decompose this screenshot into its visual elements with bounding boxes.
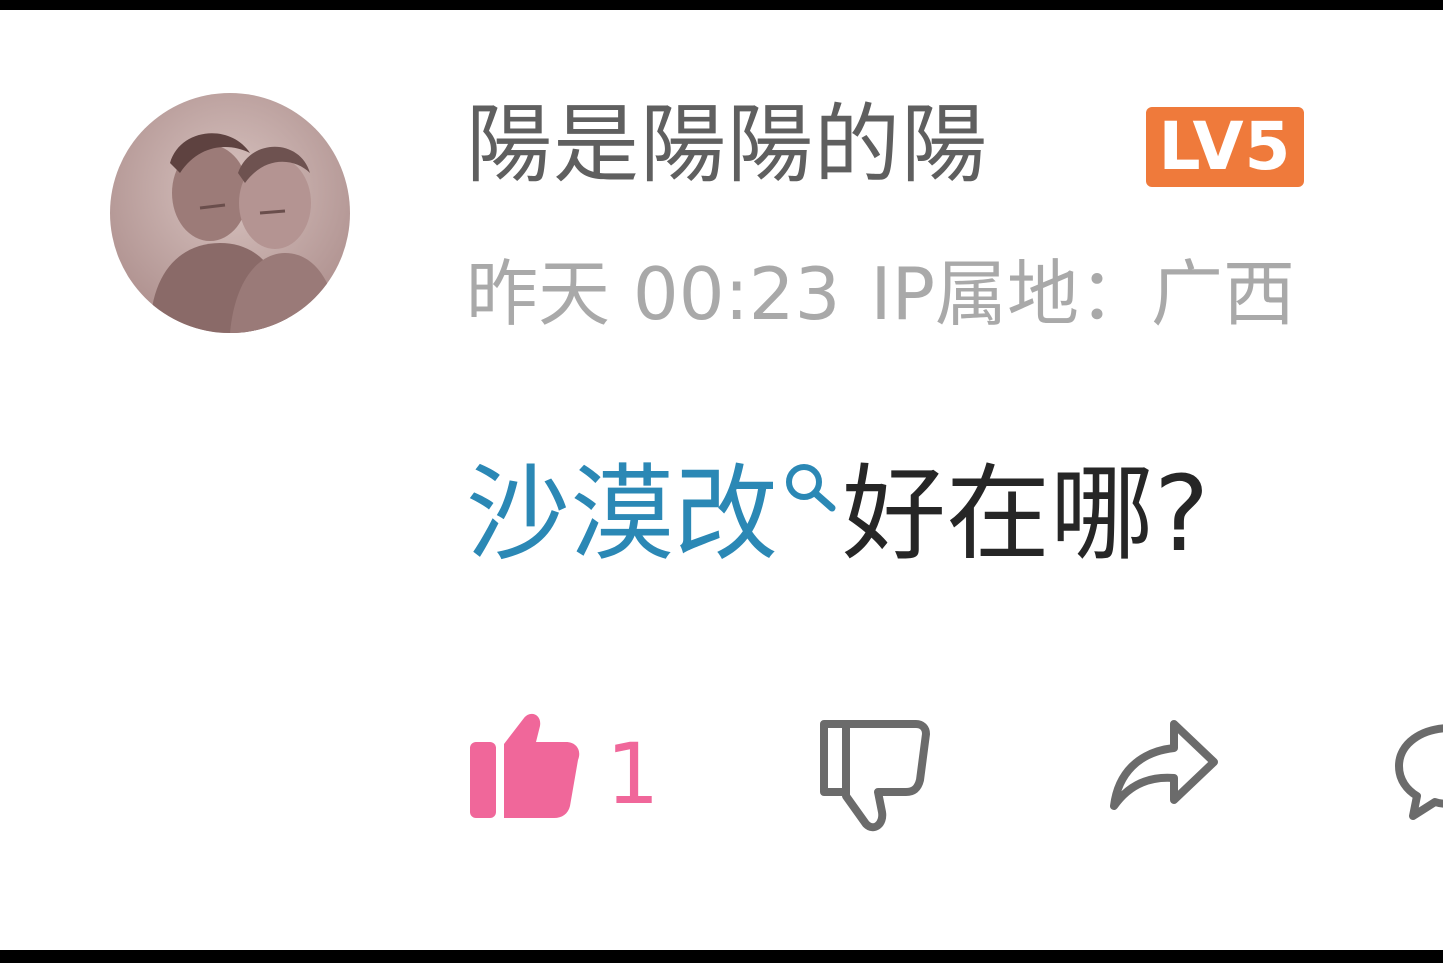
ip-location: IP属地：广西 [870, 252, 1296, 336]
share-icon [1110, 720, 1218, 810]
comment-meta: 昨天 00:23 IP属地：广西 [466, 246, 1295, 342]
avatar[interactable] [110, 93, 350, 333]
avatar-image [110, 93, 350, 333]
topic-link[interactable]: 沙漠改 [466, 453, 778, 575]
comment-button[interactable] [1391, 710, 1443, 824]
thumbs-down-icon [820, 720, 930, 832]
timestamp: 昨天 00:23 [466, 252, 841, 336]
search-icon[interactable] [778, 460, 842, 520]
level-badge: LV5 [1146, 107, 1304, 187]
dislike-button[interactable] [816, 710, 932, 840]
comment-body: 好在哪? [842, 453, 1210, 575]
username[interactable]: 陽是陽陽的陽 [466, 90, 988, 200]
share-button[interactable] [1106, 710, 1222, 824]
comment-text: 沙漠改 好在哪? [466, 446, 1209, 582]
comment-card: 陽是陽陽的陽 LV5 昨天 00:23 IP属地：广西 沙漠改 好在哪? 1 [0, 10, 1443, 950]
action-bar: 1 [466, 710, 1443, 840]
thumbs-up-icon [470, 713, 580, 818]
like-count: 1 [606, 725, 660, 823]
comment-icon [1395, 724, 1443, 820]
like-button[interactable]: 1 [466, 710, 676, 830]
